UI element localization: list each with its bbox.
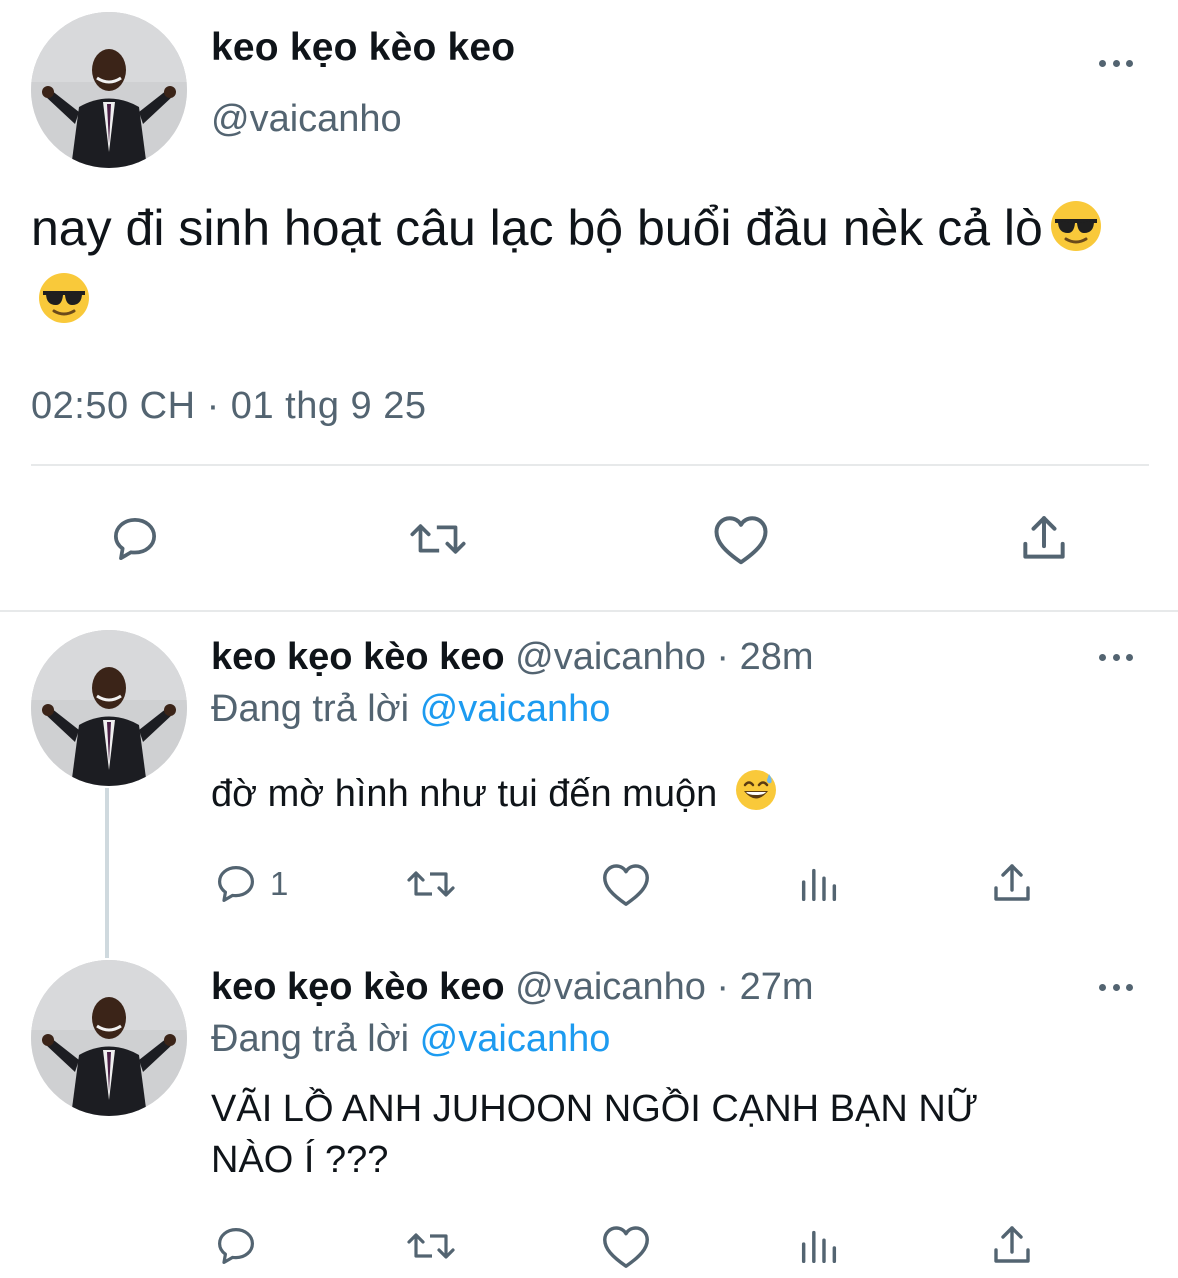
retweet-icon bbox=[407, 871, 455, 897]
reply-text: đờ mờ hình như tui đến muộn bbox=[211, 768, 1111, 820]
replying-to-mention[interactable]: @vaicanho bbox=[420, 688, 611, 730]
tweet-text: nay đi sinh hoạt câu lạc bộ buổi đầu nèk… bbox=[31, 192, 1151, 336]
display-name[interactable]: keo kẹo kèo keo bbox=[211, 636, 505, 678]
handle-time[interactable]: @vaicanho · 27m bbox=[515, 966, 813, 1008]
heart-icon bbox=[603, 864, 649, 906]
reply-body-line: VÃI LỒ ANH JUHOON NGỒI CẠNH BẠN NỮ bbox=[211, 1088, 979, 1130]
share-icon bbox=[994, 864, 1030, 901]
thread-connector bbox=[105, 788, 109, 958]
retweet-icon bbox=[407, 1233, 455, 1259]
reply-icon bbox=[218, 1228, 254, 1264]
share-button[interactable] bbox=[988, 1220, 1036, 1270]
replying-prefix: Đang trả lời bbox=[211, 688, 410, 730]
retweet-button[interactable] bbox=[403, 860, 459, 908]
replying-to-line: Đang trả lời @vaicanho bbox=[211, 688, 610, 731]
handle[interactable]: @vaicanho bbox=[211, 98, 402, 141]
more-options-icon[interactable] bbox=[1094, 647, 1138, 667]
retweet-button[interactable] bbox=[403, 1222, 459, 1270]
like-button[interactable] bbox=[600, 860, 652, 908]
reply-icon bbox=[218, 866, 254, 902]
avatar[interactable] bbox=[31, 960, 187, 1116]
share-icon bbox=[994, 1226, 1030, 1263]
more-options-icon[interactable] bbox=[1094, 977, 1138, 997]
heart-icon bbox=[603, 1226, 649, 1268]
sweat-smile-emoji-icon bbox=[734, 768, 778, 812]
analytics-icon bbox=[801, 868, 837, 902]
like-button[interactable] bbox=[711, 511, 771, 567]
like-button[interactable] bbox=[600, 1222, 652, 1270]
reply-body-line: NÀO Í ??? bbox=[211, 1139, 389, 1181]
share-icon bbox=[1023, 516, 1065, 559]
heart-icon bbox=[714, 516, 768, 565]
reply-text: VÃI LỒ ANH JUHOON NGỒI CẠNH BẠN NỮ NÀO Í… bbox=[211, 1084, 1161, 1186]
retweet-button[interactable] bbox=[406, 511, 470, 567]
sunglasses-emoji-icon bbox=[37, 271, 91, 325]
handle-time[interactable]: @vaicanho · 28m bbox=[515, 636, 813, 678]
reply-icon bbox=[114, 518, 156, 560]
display-name[interactable]: keo kẹo kèo keo bbox=[211, 966, 505, 1008]
share-button[interactable] bbox=[1016, 509, 1072, 567]
reply-count: 1 bbox=[270, 865, 289, 902]
analytics-icon bbox=[801, 1230, 837, 1264]
sunglasses-emoji-icon bbox=[1049, 199, 1103, 253]
divider bbox=[0, 610, 1178, 612]
replying-prefix: Đang trả lời bbox=[211, 1018, 410, 1060]
reply-header: keo kẹo kèo keo @vaicanho · 28m bbox=[211, 636, 814, 679]
views-button[interactable] bbox=[796, 860, 842, 908]
reply-header: keo kẹo kèo keo @vaicanho · 27m bbox=[211, 966, 814, 1009]
display-name[interactable]: keo kẹo kèo keo bbox=[211, 26, 515, 70]
divider bbox=[31, 464, 1149, 466]
more-options-icon[interactable] bbox=[1094, 53, 1138, 73]
tweet-body: nay đi sinh hoạt câu lạc bộ buổi đầu nèk… bbox=[31, 200, 1043, 256]
tweet-timestamp[interactable]: 02:50 CH · 01 thg 9 25 bbox=[31, 385, 426, 428]
avatar[interactable] bbox=[31, 12, 187, 168]
replying-to-line: Đang trả lời @vaicanho bbox=[211, 1018, 610, 1061]
share-button[interactable] bbox=[988, 858, 1036, 908]
reply-button[interactable]: 1 bbox=[212, 860, 288, 908]
reply-button[interactable] bbox=[212, 1222, 260, 1270]
retweet-icon bbox=[410, 524, 466, 554]
reply-button[interactable] bbox=[107, 511, 163, 567]
tweet-thread-screen: keo kẹo kèo keo @vaicanho nay đi sinh ho… bbox=[0, 0, 1178, 1278]
avatar[interactable] bbox=[31, 630, 187, 786]
reply-body: đờ mờ hình như tui đến muộn bbox=[211, 773, 718, 815]
views-button[interactable] bbox=[796, 1222, 842, 1270]
replying-to-mention[interactable]: @vaicanho bbox=[420, 1018, 611, 1060]
